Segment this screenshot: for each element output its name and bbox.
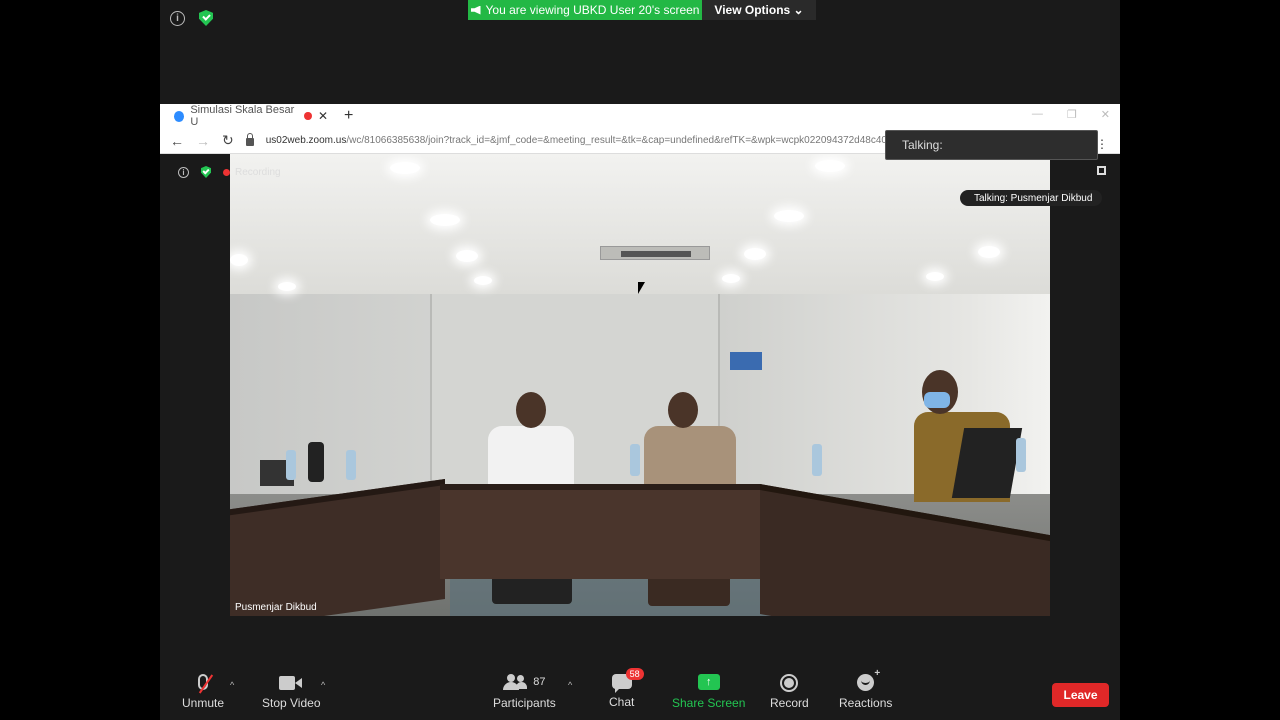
url-field[interactable]: us02web.zoom.us/wc/81066385638/join?trac… <box>266 135 896 146</box>
shield-icon[interactable] <box>201 166 211 178</box>
back-arrow-icon[interactable]: ← <box>170 133 184 149</box>
video-options-caret-icon[interactable]: ^ <box>321 680 325 690</box>
url-host: us02web.zoom.us <box>265 135 347 146</box>
stop-video-label: Stop Video <box>262 696 321 710</box>
participants-count: 87 <box>533 676 546 688</box>
ceiling-light <box>722 274 740 283</box>
top-status-icons: i <box>170 10 213 26</box>
participants-icon <box>503 674 528 690</box>
ceiling-light <box>815 160 845 172</box>
viewing-banner: You are viewing UBKD User 20's screen <box>468 0 702 20</box>
letterbox-right <box>1120 0 1280 720</box>
browser-tab[interactable]: Simulasi Skala Besar U ✕ <box>168 104 334 128</box>
tab-title: Simulasi Skala Besar U <box>190 104 295 128</box>
chat-unread-badge: 58 <box>625 668 644 680</box>
record-button[interactable]: Record <box>770 674 809 710</box>
microphone-muted-icon <box>198 674 214 694</box>
thermos <box>308 442 324 482</box>
talking-popup-text: Talking: <box>902 138 943 152</box>
letterbox-left <box>0 0 160 720</box>
meeting-area: i Recording Talking: Pusmenjar Dikbud Pu… <box>160 154 1120 616</box>
ceiling-light <box>978 246 1000 258</box>
ceiling-light <box>744 248 766 260</box>
person-head <box>516 392 546 428</box>
share-screen-label: Share Screen <box>672 696 746 710</box>
meeting-toolbar: Unmute ^ Stop Video ^ 87 Participants ^ <box>160 662 1120 720</box>
restore-icon[interactable]: ❐ <box>1067 108 1077 121</box>
close-icon[interactable]: ✕ <box>318 109 328 123</box>
water-bottle <box>1016 438 1026 472</box>
talking-popup: Talking: <box>885 130 1098 160</box>
laptop <box>951 428 1023 498</box>
record-icon <box>780 674 799 692</box>
water-bottle <box>346 450 356 480</box>
speaker-icon <box>470 5 481 15</box>
reactions-label: Reactions <box>839 696 893 710</box>
recording-dot-icon <box>304 112 312 120</box>
minimize-icon[interactable]: — <box>1032 108 1043 121</box>
info-icon[interactable]: i <box>170 10 185 26</box>
talking-indicator: Talking: Pusmenjar Dikbud <box>960 190 1103 206</box>
window-controls: — ❐ ✕ <box>1032 108 1110 121</box>
mouse-cursor-icon <box>638 282 645 294</box>
audio-options-caret-icon[interactable]: ^ <box>230 680 234 690</box>
new-tab-icon[interactable]: + <box>344 104 353 128</box>
viewing-banner-text: You are viewing UBKD User 20's screen <box>485 3 700 17</box>
participants-options-caret-icon[interactable]: ^ <box>568 680 572 690</box>
url-path: /wc/81066385638/join?track_id=&jmf_code=… <box>346 135 890 146</box>
participant-video[interactable] <box>230 154 1050 616</box>
ceiling-light <box>474 276 492 285</box>
water-bottle <box>812 444 822 476</box>
record-label: Record <box>770 696 809 710</box>
lock-icon[interactable] <box>245 133 254 146</box>
view-options-label: View Options ⌄ <box>714 3 804 17</box>
share-screen-button[interactable]: ↑ Share Screen <box>672 674 745 710</box>
face-mask <box>924 392 950 408</box>
zoom-shared-screen: i You are viewing UBKD User 20's screen … <box>160 0 1120 720</box>
unmute-label: Unmute <box>182 696 225 710</box>
talking-chip-text: Talking: Pusmenjar Dikbud <box>974 192 1093 204</box>
ceiling-light <box>456 250 478 262</box>
fullscreen-icon[interactable] <box>1097 166 1106 175</box>
ceiling-light <box>230 254 248 266</box>
water-bottle <box>630 444 640 476</box>
ceiling-light <box>774 210 804 222</box>
forward-arrow-icon[interactable]: → <box>196 133 210 149</box>
stop-video-button[interactable]: Stop Video <box>262 674 321 710</box>
zoom-favicon-icon <box>174 110 185 122</box>
recording-dot-icon <box>223 168 230 176</box>
reactions-icon <box>857 668 880 691</box>
wall-sign <box>730 352 762 370</box>
air-conditioner <box>600 246 710 260</box>
recording-label: Recording <box>235 166 281 178</box>
participants-label: Participants <box>493 696 556 710</box>
meeting-status-icons: i Recording <box>178 166 281 178</box>
recording-indicator[interactable]: Recording <box>223 167 281 178</box>
ceiling-light <box>926 272 944 281</box>
window-close-icon[interactable]: ✕ <box>1101 108 1110 121</box>
unmute-button[interactable]: Unmute <box>182 674 224 710</box>
ceiling-light <box>430 214 460 226</box>
reactions-button[interactable]: Reactions <box>839 668 893 710</box>
info-icon[interactable]: i <box>178 166 189 178</box>
video-camera-icon <box>279 676 303 690</box>
leave-button[interactable]: Leave <box>1052 683 1109 707</box>
participant-name: Pusmenjar Dikbud <box>235 602 317 613</box>
browser-tabbar: Simulasi Skala Besar U ✕ + — ❐ ✕ <box>160 104 1120 128</box>
ceiling-light <box>390 162 420 174</box>
person-head <box>668 392 698 428</box>
water-bottle <box>286 450 296 480</box>
reload-icon[interactable]: ↻ <box>222 132 234 149</box>
chat-label: Chat <box>609 695 635 709</box>
view-options-button[interactable]: View Options ⌄ <box>702 0 816 20</box>
participant-name-tag: Pusmenjar Dikbud <box>235 602 317 613</box>
browser-window: Simulasi Skala Besar U ✕ + — ❐ ✕ ← → ↻ u… <box>160 104 1120 616</box>
share-screen-icon: ↑ <box>697 674 720 690</box>
participants-button[interactable]: 87 Participants <box>493 674 556 710</box>
shield-icon[interactable] <box>199 10 213 26</box>
chat-button[interactable]: 58 Chat <box>609 668 644 709</box>
ceiling-light <box>278 282 296 291</box>
conference-table-center <box>440 484 760 579</box>
leave-label: Leave <box>1063 688 1098 702</box>
